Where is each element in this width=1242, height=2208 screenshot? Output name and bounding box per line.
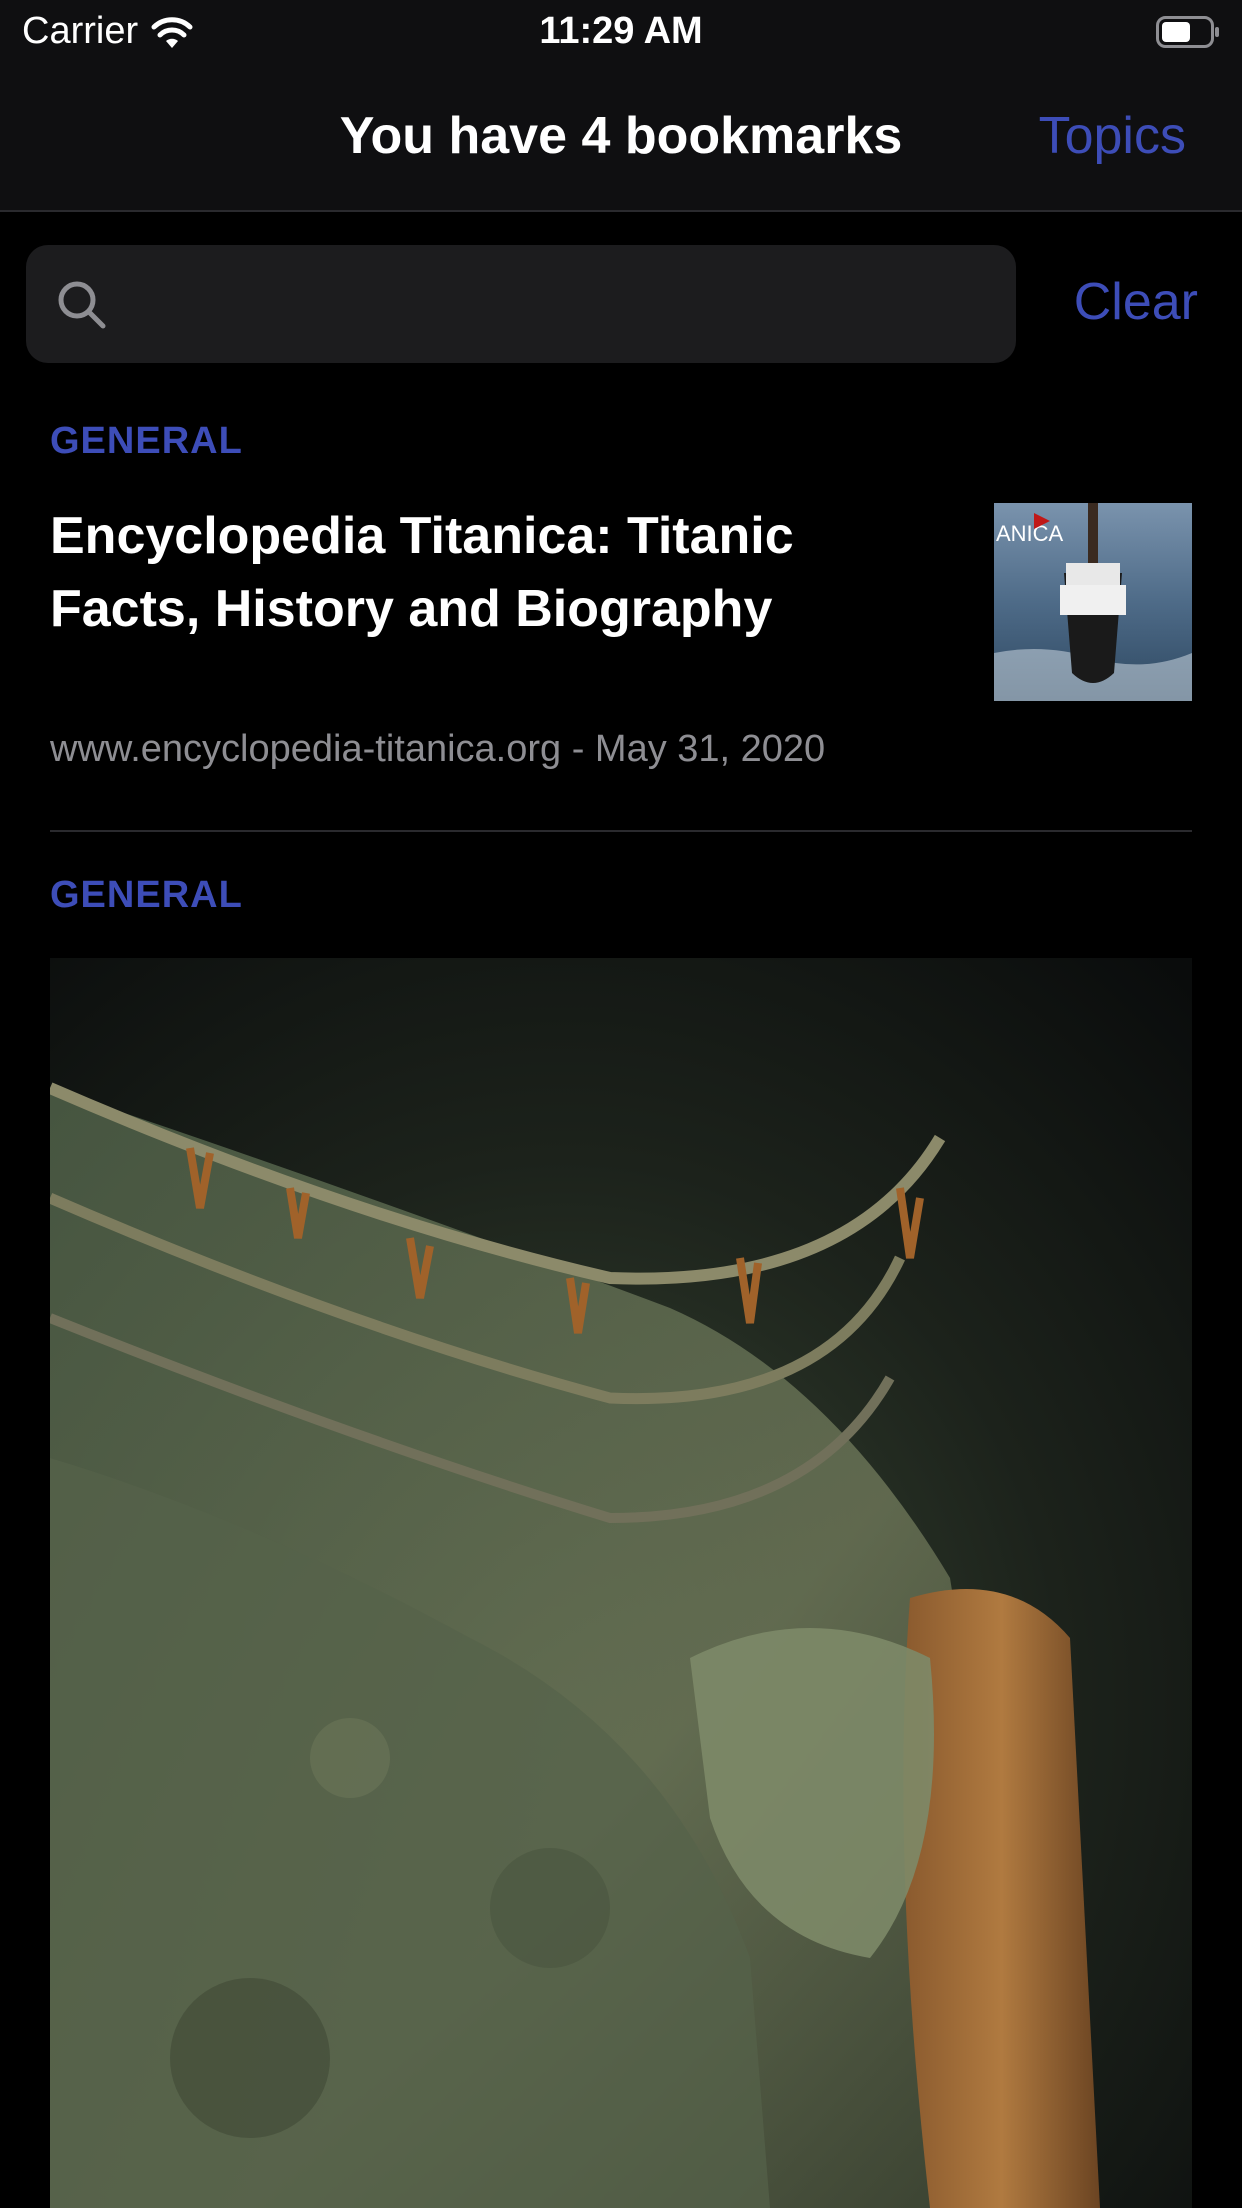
bookmark-title[interactable]: Encyclopedia Titanica: Titanic Facts, Hi… <box>50 500 930 646</box>
search-input[interactable] <box>126 245 990 365</box>
navigation-bar: You have 4 bookmarks Topics <box>0 66 1242 212</box>
search-icon <box>58 281 106 329</box>
divider <box>50 830 1192 832</box>
status-bar: Carrier 11:29 AM <box>0 0 1242 66</box>
bookmark-category-label: GENERAL <box>50 874 243 916</box>
bookmark-thumbnail[interactable]: ANICA <box>994 503 1192 701</box>
topics-button[interactable]: Topics <box>1039 106 1186 166</box>
bookmark-category-label: GENERAL <box>50 420 243 462</box>
clear-button[interactable]: Clear <box>1074 272 1198 332</box>
bookmark-meta: www.encyclopedia-titanica.org - May 31, … <box>50 728 826 770</box>
status-time: 11:29 AM <box>539 10 703 52</box>
thumbnail-caption: ANICA <box>996 521 1064 546</box>
search-field[interactable] <box>26 245 1016 365</box>
battery-icon <box>1156 16 1219 48</box>
bookmark-image[interactable] <box>50 958 1192 2208</box>
